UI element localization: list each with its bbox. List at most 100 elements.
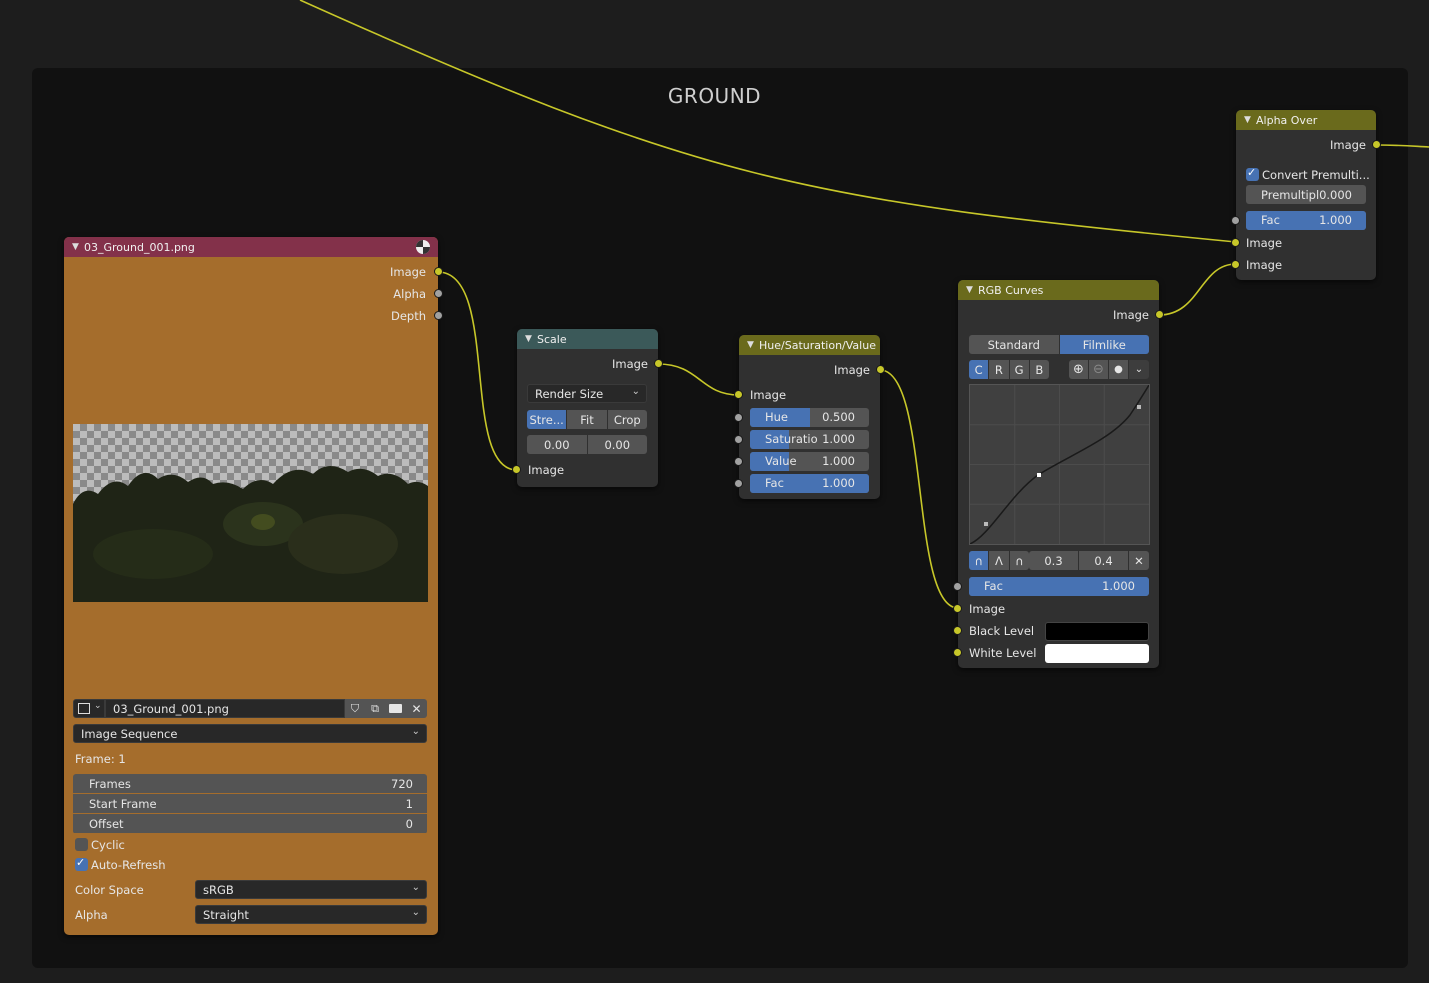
scale-node[interactable]: ▼ Scale Image Render Size ⌄ Stre... Fit … [512,329,663,487]
channel-b[interactable]: B [1029,360,1049,379]
channel-c[interactable]: C [969,360,989,379]
mode-fit[interactable]: Fit [567,410,607,429]
open-folder-icon[interactable] [385,699,406,718]
hsv-fac-slider[interactable]: Fac 1.000 [750,474,869,493]
channel-r[interactable]: R [989,360,1009,379]
point-x-field[interactable]: 0.3 [1029,551,1078,570]
frames-field[interactable]: Frames 720 [73,774,427,793]
alpha-over-output-socket[interactable] [1372,140,1381,149]
output-image-socket[interactable] [434,267,443,276]
offset-y-field[interactable]: 0.00 [587,435,647,454]
scale-input-label: Image [528,463,565,477]
image-node-header[interactable]: ▼ 03_Ground_001.png [64,237,438,257]
collapse-chevron-icon[interactable]: ▼ [525,334,537,344]
source-dropdown[interactable]: Image Sequence ⌄ [73,724,427,743]
image-browse-button[interactable]: ⌄ [73,699,105,718]
premul-field[interactable]: Premultipl 0.000 [1246,185,1366,204]
alpha-label: Alpha [75,908,108,922]
duplicate-icon[interactable]: ⧉ [365,699,385,718]
curves-node-header[interactable]: ▼ RGB Curves [958,280,1159,300]
alpha-dropdown[interactable]: Straight ⌄ [195,905,427,924]
curve-graph[interactable] [969,384,1150,545]
scale-mode-selector[interactable]: Stre... Fit Crop [527,410,647,429]
channel-g[interactable]: G [1009,360,1029,379]
hsv-output-socket[interactable] [876,365,885,374]
white-level-socket[interactable] [953,648,962,657]
auto-refresh-checkbox[interactable] [75,856,88,871]
fake-user-icon[interactable]: ⛉ [345,699,365,718]
mode-crop[interactable]: Crop [607,410,647,429]
curve-point-fields[interactable]: 0.3 0.4 ✕ [1029,551,1149,570]
point-y-field[interactable]: 0.4 [1079,551,1128,570]
tab-filmlike[interactable]: Filmlike [1059,335,1149,354]
curve-point [984,522,988,526]
sequence-props-box: Frames 720 Start Frame 1 Offset 0 [73,774,427,834]
saturation-socket[interactable] [734,435,743,444]
output-depth-socket[interactable] [434,311,443,320]
image-file-field[interactable]: 03_Ground_001.png [105,699,345,718]
saturation-slider[interactable]: Saturatio 1.000 [750,430,869,449]
alpha-over-fac-socket[interactable] [1231,216,1240,225]
curves-fac-socket[interactable] [953,582,962,591]
black-level-swatch[interactable] [1045,622,1149,641]
hsv-fac-socket[interactable] [734,479,743,488]
unlink-close-icon[interactable]: ✕ [406,699,427,718]
convert-premul-checkbox[interactable] [1246,166,1259,181]
vector-handle-icon[interactable]: Λ [989,551,1009,570]
rgb-curves-node[interactable]: ▼ RGB Curves Image Standard Filmlike C R… [953,280,1164,668]
curves-tone-tabs[interactable]: Standard Filmlike [969,335,1149,354]
tab-standard[interactable]: Standard [969,335,1059,354]
scale-space-dropdown[interactable]: Render Size ⌄ [527,384,647,403]
hsv-node-header[interactable]: ▼ Hue/Saturation/Value [739,335,880,355]
alpha-over-fac-slider[interactable]: Fac 1.000 [1246,211,1366,230]
offset-x-field[interactable]: 0.00 [527,435,587,454]
hue-socket[interactable] [734,413,743,422]
value-slider[interactable]: Value 1.000 [750,452,869,471]
alpha-over-header[interactable]: ▼ Alpha Over [1236,110,1376,130]
hsv-input-socket[interactable] [734,390,743,399]
alpha-over-input-2-socket[interactable] [1231,260,1240,269]
offset-value: 0 [405,816,413,831]
black-level-socket[interactable] [953,626,962,635]
start-frame-field[interactable]: Start Frame 1 [73,794,427,813]
handle-type-selector[interactable]: ∩ Λ ∩ [969,551,1029,570]
scale-offset-fields[interactable]: 0.00 0.00 [527,435,647,454]
render-preview-icon[interactable] [416,240,430,254]
auto-clamped-handle-icon[interactable]: ∩ [1009,551,1029,570]
cyclic-checkbox[interactable] [75,838,88,851]
delete-point-icon[interactable]: ✕ [1129,551,1149,570]
scale-node-header[interactable]: ▼ Scale [517,329,658,349]
white-level-swatch[interactable] [1045,644,1149,663]
clipping-icon[interactable]: ● [1109,360,1128,379]
zoom-in-icon[interactable]: ⊕ [1069,360,1088,379]
mode-stretch[interactable]: Stre... [527,410,567,429]
curves-input-image-socket[interactable] [953,604,962,613]
color-space-dropdown[interactable]: sRGB ⌄ [195,880,427,899]
collapse-chevron-icon[interactable]: ▼ [1244,115,1256,125]
auto-handle-icon[interactable]: ∩ [969,551,989,570]
output-alpha-socket[interactable] [434,289,443,298]
alpha-over-node[interactable]: ▼ Alpha Over Image Convert Premulti... P… [1231,110,1381,280]
frame-label: GROUND [667,84,762,108]
alpha-over-input-1-socket[interactable] [1231,238,1240,247]
offset-field[interactable]: Offset 0 [73,814,427,833]
curve-point [1037,473,1041,477]
scale-output-socket[interactable] [654,359,663,368]
scale-output-label: Image [611,357,648,371]
value-socket[interactable] [734,457,743,466]
collapse-chevron-icon[interactable]: ▼ [747,340,759,350]
hue-slider[interactable]: Hue 0.500 [750,408,869,427]
collapse-chevron-icon[interactable]: ▼ [966,285,978,295]
scale-input-socket[interactable] [512,465,521,474]
curves-channel-selector[interactable]: C R G B [969,360,1049,379]
convert-premul-label: Convert Premulti... [1262,168,1370,182]
hsv-node[interactable]: ▼ Hue/Saturation/Value Image Image Hue 0… [734,335,885,499]
curves-output-socket[interactable] [1155,310,1164,319]
curves-fac-slider[interactable]: Fac 1.000 [969,577,1149,596]
image-node[interactable]: ▼ 03_Ground_001.png Image Alpha Depth ⌄ … [64,237,443,935]
curves-menu-chevron-icon[interactable]: ⌄ [1129,360,1149,379]
collapse-chevron-icon[interactable]: ▼ [72,242,84,252]
curves-fac-label: Fac [984,579,1003,593]
curves-input-image-label: Image [969,602,1006,616]
zoom-out-icon[interactable]: ⊖ [1089,360,1108,379]
